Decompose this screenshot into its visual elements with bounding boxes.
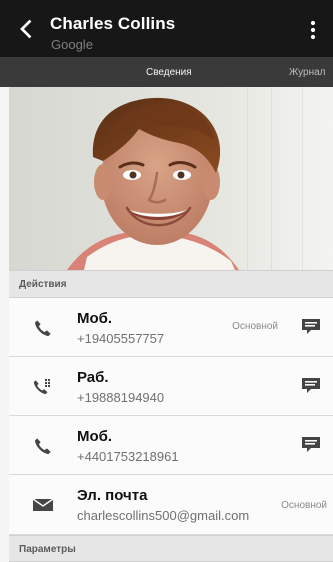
message-icon <box>302 319 320 334</box>
tab-details-label: Сведения <box>146 67 192 78</box>
contact-row-email[interactable]: Эл. почта charlescollins500@gmail.com Ос… <box>9 475 333 535</box>
message-button[interactable] <box>300 376 322 396</box>
contact-row-mobile-secondary[interactable]: Моб. +4401753218961 <box>9 416 333 475</box>
message-button[interactable] <box>300 317 322 337</box>
phone-icon <box>30 315 56 341</box>
contact-row-value: +4401753218961 <box>77 449 179 464</box>
contact-row-label: Эл. почта <box>77 487 148 504</box>
contact-row-label: Моб. <box>77 428 113 445</box>
contact-row-mobile-primary[interactable]: Моб. +19405557757 Основной <box>9 298 333 357</box>
actions-section-header: Действия <box>9 270 333 298</box>
actions-section-label: Действия <box>19 279 67 290</box>
parameters-section-label: Параметры <box>19 544 76 555</box>
overflow-menu-icon <box>310 20 316 40</box>
contact-account: Google <box>51 37 93 52</box>
contact-photo <box>9 87 333 270</box>
contact-row-value: +19405557757 <box>77 331 165 346</box>
overflow-menu-button[interactable] <box>308 20 318 40</box>
contact-name: Charles Collins <box>50 14 176 33</box>
contact-row-value: charlescollins500@gmail.com <box>77 508 250 523</box>
message-icon <box>302 437 320 452</box>
contact-row-label: Раб. <box>77 369 109 386</box>
work-phone-icon <box>30 374 56 400</box>
contact-row-label: Моб. <box>77 310 113 327</box>
app-bar: Charles Collins Google <box>0 0 333 57</box>
tab-details[interactable]: Сведения <box>0 57 333 87</box>
contact-row-work[interactable]: Раб. +19888194940 <box>9 357 333 416</box>
parameters-section-header: Параметры <box>9 535 333 562</box>
tab-history[interactable]: Журнал <box>289 67 326 78</box>
contact-row-value: +19888194940 <box>77 390 165 405</box>
message-icon <box>302 378 320 393</box>
primary-badge: Основной <box>232 321 278 332</box>
tab-bar: Сведения Журнал <box>0 57 333 87</box>
back-button[interactable] <box>12 15 40 43</box>
phone-icon <box>30 433 56 459</box>
message-button[interactable] <box>300 435 322 455</box>
chevron-left-icon <box>20 19 32 39</box>
contact-portrait <box>9 87 333 270</box>
mail-icon <box>30 492 56 518</box>
primary-badge: Основной <box>281 500 327 511</box>
contact-details-screen: Charles Collins Google Сведения Журнал Д… <box>0 0 333 562</box>
